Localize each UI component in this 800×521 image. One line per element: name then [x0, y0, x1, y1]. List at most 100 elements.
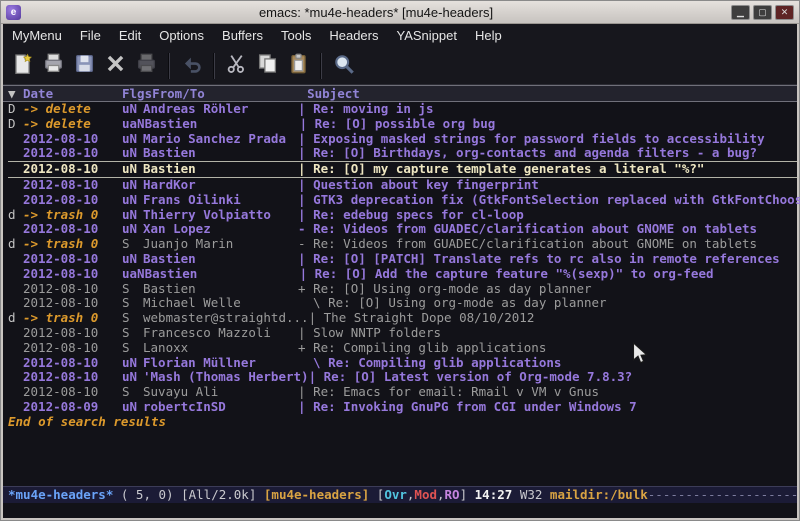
menu-item-edit[interactable]: Edit — [110, 25, 150, 46]
row-flags: uN — [122, 132, 143, 147]
row-thread: - — [298, 222, 313, 237]
row-thread: - — [298, 237, 313, 252]
message-row[interactable]: 2012-08-10uNMario Sanchez Prada| Exposin… — [8, 132, 797, 147]
row-date: -> trash 0 — [23, 237, 122, 252]
menu-item-yasnippet[interactable]: YASnippet — [387, 25, 465, 46]
row-from: Andreas Röhler — [143, 102, 298, 117]
paste-button[interactable] — [283, 50, 314, 81]
menu-item-buffers[interactable]: Buffers — [213, 25, 272, 46]
message-row[interactable]: D-> deleteuaNBastien| Re: [O] possible o… — [8, 117, 797, 132]
row-thread: | — [298, 102, 313, 117]
row-from: Bastien — [143, 162, 298, 177]
row-flags: uN — [122, 400, 143, 415]
toolbar-separator — [213, 53, 215, 79]
title-bar[interactable]: e emacs: *mu4e-headers* [mu4e-headers] ▁… — [1, 1, 799, 24]
message-row[interactable]: 2012-08-10uNBastien| Re: [O] my capture … — [8, 161, 797, 178]
row-thread: | — [298, 146, 313, 161]
header-col-from[interactable]: From/To — [152, 86, 307, 101]
row-from: Francesco Mazzoli — [143, 326, 298, 341]
menu-item-tools[interactable]: Tools — [272, 25, 320, 46]
close-buffer-icon — [105, 53, 126, 79]
save-button[interactable] — [69, 50, 100, 81]
message-row[interactable]: 2012-08-09uNrobertcInSD| Re: Invoking Gn… — [8, 400, 797, 415]
message-row[interactable]: 2012-08-10uaNBastien| Re: [O] Add the ca… — [8, 267, 797, 282]
row-subject: GTK3 deprecation fix (GtkFontSelection r… — [313, 193, 800, 208]
message-row[interactable]: D-> deleteuNAndreas Röhler| Re: moving i… — [8, 102, 797, 117]
message-row[interactable]: d-> trash 0SJuanjo Marin- Re: Videos fro… — [8, 237, 797, 252]
save-icon — [74, 53, 95, 79]
message-row[interactable]: 2012-08-10uN'Mash (Thomas Herbert)| Re: … — [8, 370, 797, 385]
row-flags: uN — [122, 193, 143, 208]
row-subject: Exposing masked strings for password fie… — [313, 132, 765, 147]
menu-item-file[interactable]: File — [71, 25, 110, 46]
minimize-button[interactable]: ▁ — [731, 5, 750, 20]
maximize-button[interactable]: ▢ — [753, 5, 772, 20]
print-icon — [136, 53, 157, 79]
modeline-ro: RO — [445, 487, 460, 502]
message-row[interactable]: 2012-08-10SLanoxx+ Re: Compiling glib ap… — [8, 341, 797, 356]
sort-direction-icon[interactable]: ▼ — [8, 86, 23, 101]
message-row[interactable]: 2012-08-10SBastien+ Re: [O] Using org-mo… — [8, 282, 797, 297]
message-row[interactable]: d-> trash 0Swebmaster@straightd...| The … — [8, 311, 797, 326]
open-file-button[interactable] — [38, 50, 69, 81]
row-subject: Question about key fingerprint — [313, 178, 539, 193]
print-button[interactable] — [131, 50, 162, 81]
undo-button[interactable] — [176, 50, 207, 81]
toolbar-separator — [168, 53, 170, 79]
row-subject: Re: [O] Birthdays, org-contacts and agen… — [313, 146, 757, 161]
header-col-date[interactable]: Date — [23, 86, 122, 101]
close-button[interactable]: ✕ — [775, 5, 794, 20]
row-flags: uN — [122, 102, 143, 117]
close-buffer-button[interactable] — [100, 50, 131, 81]
emacs-window: e emacs: *mu4e-headers* [mu4e-headers] ▁… — [0, 0, 800, 521]
message-row[interactable]: 2012-08-10uNXan Lopez- Re: Videos from G… — [8, 222, 797, 237]
row-subject: Re: [O] Latest version of Org-mode 7.8.3… — [324, 370, 633, 385]
message-row[interactable]: d-> trash 0uNThierry Volpiatto| Re: edeb… — [8, 208, 797, 223]
row-flags: uN — [122, 222, 143, 237]
row-thread: | — [298, 400, 313, 415]
row-subject: The Straight Dope 08/10/2012 — [324, 311, 535, 326]
header-col-subject[interactable]: Subject — [307, 86, 360, 101]
row-thread: + — [298, 341, 313, 356]
row-flags: S — [122, 296, 143, 311]
search-button[interactable] — [328, 50, 359, 81]
cut-button[interactable] — [221, 50, 252, 81]
row-flags: uN — [122, 208, 143, 223]
row-mark: d — [8, 311, 23, 326]
menu-item-headers[interactable]: Headers — [320, 25, 387, 46]
row-from: Michael Welle — [143, 296, 298, 311]
copy-icon — [257, 53, 278, 79]
row-subject: Re: Invoking GnuPG from CGI under Window… — [313, 400, 637, 415]
open-file-icon — [43, 53, 64, 79]
message-row[interactable]: 2012-08-10SMichael Welle \ Re: [O] Using… — [8, 296, 797, 311]
row-date: 2012-08-10 — [23, 385, 122, 400]
message-row[interactable]: 2012-08-10uNFlorian Müllner \ Re: Compil… — [8, 356, 797, 371]
row-thread: | — [298, 162, 313, 177]
row-date: 2012-08-10 — [23, 296, 122, 311]
row-mark: D — [8, 102, 23, 117]
header-col-flags[interactable]: Flgs — [122, 86, 152, 101]
menu-item-options[interactable]: Options — [150, 25, 213, 46]
row-thread: | — [298, 193, 313, 208]
row-subject: Re: moving in js — [313, 102, 433, 117]
new-file-button[interactable] — [7, 50, 38, 81]
message-row[interactable]: 2012-08-10uNBastien| Re: [O] [PATCH] Tra… — [8, 252, 797, 267]
message-row[interactable]: 2012-08-10uNBastien| Re: [O] Birthdays, … — [8, 146, 797, 161]
modeline-dir: maildir:/bulk — [550, 487, 648, 502]
buffer-empty-space — [3, 430, 797, 486]
message-row[interactable]: 2012-08-10uNHardKor| Question about key … — [8, 178, 797, 193]
row-thread: | — [298, 208, 313, 223]
row-date: 2012-08-10 — [23, 222, 122, 237]
mode-line[interactable]: *mu4e-headers* ( 5, 0) [All/2.0k] [mu4e-… — [3, 486, 797, 503]
copy-button[interactable] — [252, 50, 283, 81]
row-date: 2012-08-10 — [23, 282, 122, 297]
message-row[interactable]: 2012-08-10SFrancesco Mazzoli| Slow NNTP … — [8, 326, 797, 341]
message-row[interactable]: 2012-08-10SSuvayu Ali| Re: Emacs for ema… — [8, 385, 797, 400]
row-thread: \ — [298, 356, 328, 371]
row-from: Frans Oilinki — [143, 193, 298, 208]
row-thread: | — [300, 117, 315, 132]
message-row[interactable]: 2012-08-10uNFrans Oilinki| GTK3 deprecat… — [8, 193, 797, 208]
menu-item-help[interactable]: Help — [466, 25, 511, 46]
row-subject: Re: edebug specs for cl-loop — [313, 208, 524, 223]
menu-item-mymenu[interactable]: MyMenu — [3, 25, 71, 46]
